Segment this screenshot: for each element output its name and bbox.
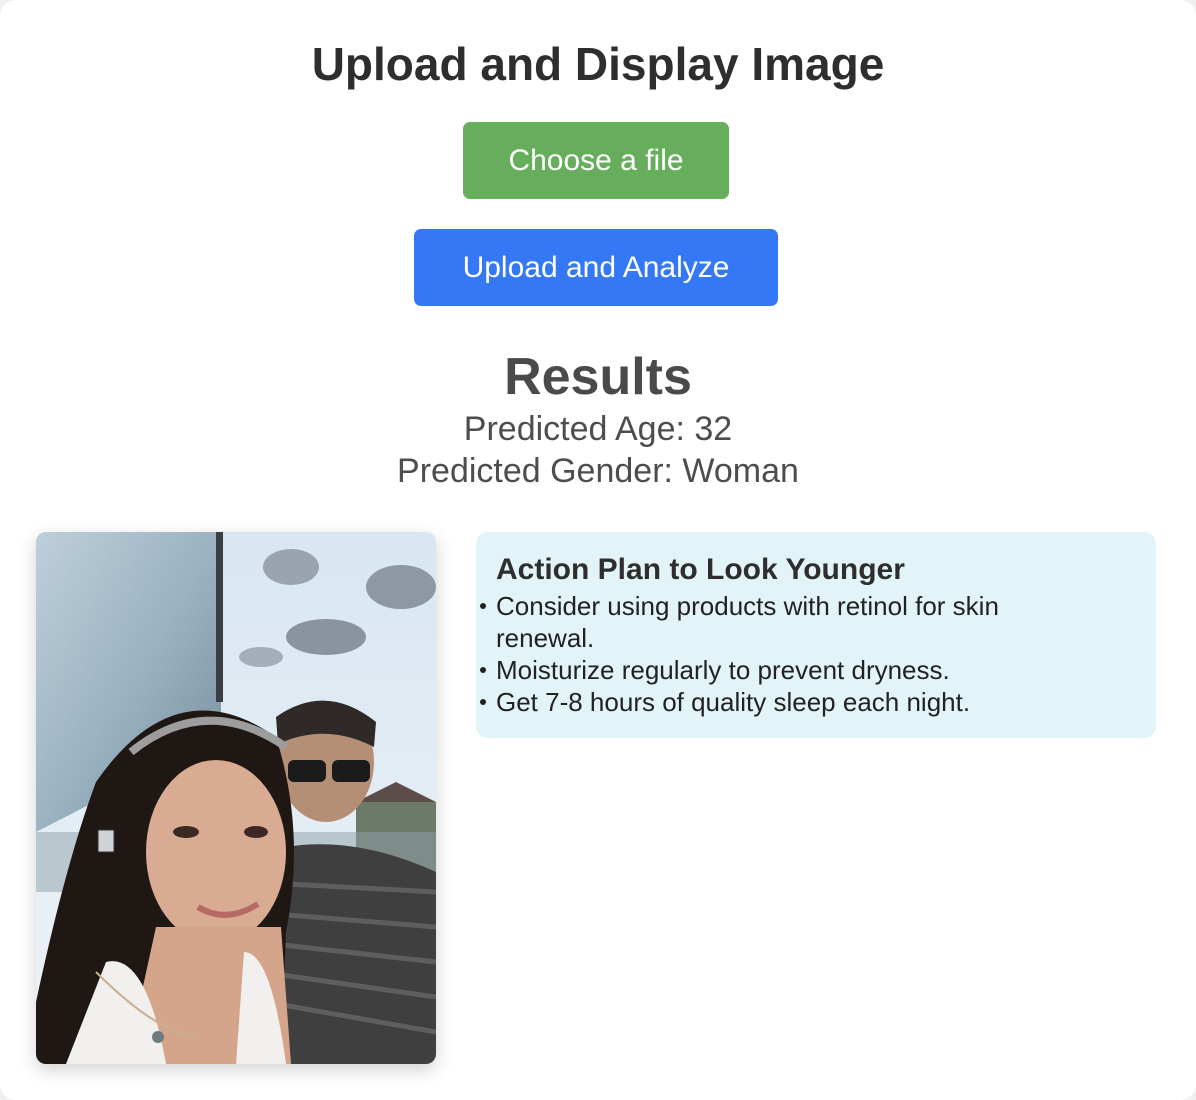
choose-file-button[interactable]: Choose a file [463,122,729,199]
action-plan-list: Consider using products with retinol for… [480,590,1086,718]
predicted-age: Predicted Age: 32 [463,410,733,448]
action-plan-item: Moisturize regularly to prevent dryness. [480,654,1086,686]
results-heading: Results [504,348,692,406]
action-plan-item: Consider using products with retinol for… [480,590,1086,654]
action-plan-item: Get 7-8 hours of quality sleep each nigh… [480,686,1086,718]
predicted-gender: Predicted Gender: Woman [397,452,799,490]
action-plan-title: Action Plan to Look Younger [496,553,905,586]
app-card: Upload and Display Image Choose a file U… [0,0,1196,1100]
upload-analyze-button[interactable]: Upload and Analyze [414,229,778,306]
action-plan-panel: Action Plan to Look Younger Consider usi… [476,532,1156,738]
uploaded-photo [36,532,436,1064]
page-title: Upload and Display Image [311,38,885,90]
